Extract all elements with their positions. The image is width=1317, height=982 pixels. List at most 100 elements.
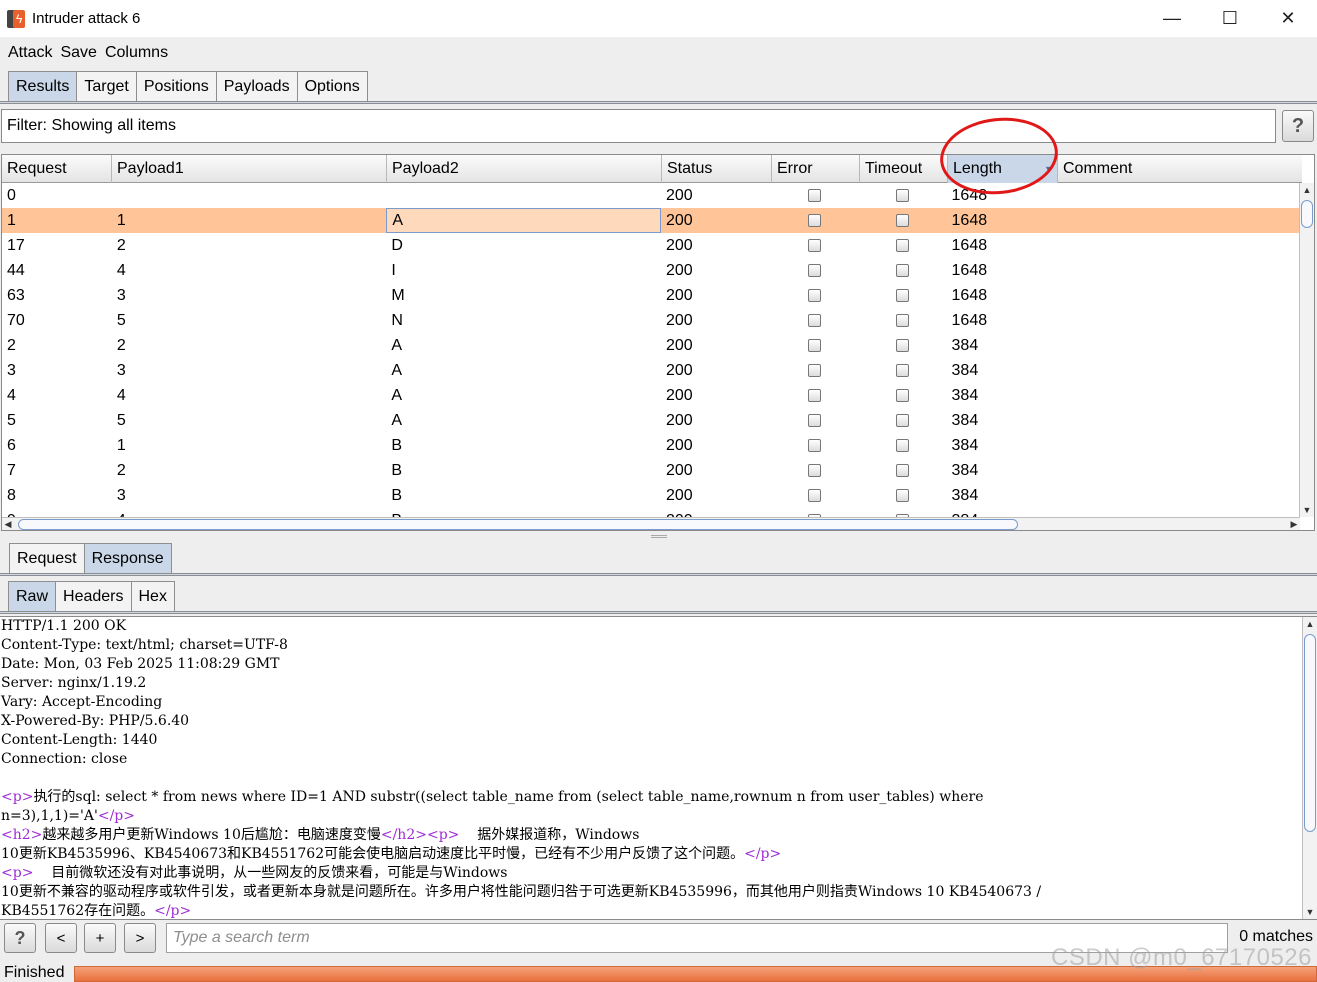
watermark: CSDN @m0_67170526 bbox=[1050, 944, 1312, 971]
response-vertical-scrollbar[interactable]: ▲ ▼ bbox=[1302, 617, 1317, 919]
cell-timeout bbox=[859, 358, 947, 383]
col-payload2[interactable]: Payload2 bbox=[387, 155, 662, 183]
timeout-checkbox bbox=[896, 239, 910, 252]
table-row[interactable]: 1 1 A 200 1648 bbox=[2, 208, 1300, 233]
menu-save[interactable]: Save bbox=[56, 44, 100, 62]
results-table: Request Payload1 Payload2 Status Error T… bbox=[1, 154, 1315, 531]
col-comment[interactable]: Comment bbox=[1058, 155, 1302, 183]
cell-payload2: A bbox=[391, 361, 403, 379]
cell-comment bbox=[1056, 458, 1300, 483]
scroll-thumb[interactable] bbox=[1304, 634, 1316, 832]
cell-length: 384 bbox=[951, 436, 979, 454]
cell-length: 384 bbox=[951, 386, 979, 404]
cell-timeout bbox=[859, 483, 947, 508]
table-row[interactable]: 0 200 1648 bbox=[2, 183, 1300, 208]
burp-suite-icon: ϟ bbox=[7, 9, 25, 28]
table-vertical-scrollbar[interactable]: ▲ ▼ bbox=[1299, 183, 1314, 517]
minimize-button[interactable]: — bbox=[1143, 0, 1201, 37]
cell-payload1: 4 bbox=[116, 261, 126, 279]
search-help-button[interactable]: ? bbox=[4, 923, 36, 953]
cell-payload1: 4 bbox=[116, 386, 126, 404]
response-body-line: KB4551762存在问题。</p> bbox=[1, 903, 192, 919]
cell-payload2: A bbox=[391, 336, 403, 354]
cell-length: 384 bbox=[951, 361, 979, 379]
timeout-checkbox bbox=[896, 389, 910, 402]
cell-request: 44 bbox=[7, 261, 25, 279]
cell-timeout bbox=[859, 183, 947, 208]
filter-help-button[interactable]: ? bbox=[1282, 110, 1314, 142]
close-button[interactable]: ✕ bbox=[1259, 0, 1317, 37]
cell-payload2: B bbox=[386, 508, 661, 518]
error-checkbox bbox=[808, 189, 822, 202]
cell-status: 200 bbox=[665, 436, 693, 454]
tab-results[interactable]: Results bbox=[8, 71, 78, 102]
table-row[interactable]: 70 5 N 200 1648 bbox=[2, 308, 1300, 333]
table-horizontal-scrollbar[interactable]: ◀ ▶ bbox=[2, 517, 1300, 530]
error-checkbox bbox=[808, 339, 822, 352]
cell-status: 200 bbox=[665, 261, 693, 279]
scroll-down-icon[interactable]: ▼ bbox=[1303, 905, 1317, 919]
table-row[interactable]: 2 2 A 200 384 bbox=[2, 333, 1300, 358]
hscroll-thumb[interactable] bbox=[18, 519, 1018, 530]
table-row[interactable]: 63 3 M 200 1648 bbox=[2, 283, 1300, 308]
table-row[interactable]: 4 4 A 200 384 bbox=[2, 383, 1300, 408]
window-title: Intruder attack 6 bbox=[32, 10, 141, 27]
table-row[interactable]: 8 3 B 200 384 bbox=[2, 483, 1300, 508]
filter-bar[interactable]: Filter: Showing all items bbox=[1, 109, 1276, 143]
col-payload1[interactable]: Payload1 bbox=[112, 155, 387, 183]
tab-options[interactable]: Options bbox=[296, 71, 368, 102]
cell-status: 200 bbox=[665, 411, 693, 429]
cell-length: 1648 bbox=[951, 311, 988, 329]
table-row[interactable]: 5 5 A 200 384 bbox=[2, 408, 1300, 433]
col-error[interactable]: Error bbox=[772, 155, 860, 183]
cell-timeout bbox=[859, 408, 947, 433]
tab-response[interactable]: Response bbox=[83, 543, 172, 574]
tab-request[interactable]: Request bbox=[9, 543, 85, 574]
tab-payloads[interactable]: Payloads bbox=[215, 71, 298, 102]
cell-length: 384 bbox=[951, 336, 979, 354]
table-row[interactable]: 6 1 B 200 384 bbox=[2, 433, 1300, 458]
response-body-line: 10更新KB4535996、KB4540673和KB4551762可能会使电脑启… bbox=[1, 846, 782, 862]
menu-attack[interactable]: Attack bbox=[4, 44, 56, 62]
search-prev-button[interactable]: < bbox=[45, 923, 77, 953]
plus-icon: + bbox=[95, 929, 105, 947]
scroll-right-icon[interactable]: ▶ bbox=[1288, 518, 1300, 530]
tab-headers[interactable]: Headers bbox=[55, 581, 132, 612]
col-timeout[interactable]: Timeout bbox=[860, 155, 948, 183]
cell-payload2: N bbox=[391, 311, 403, 329]
cell-comment bbox=[1056, 383, 1300, 408]
error-checkbox bbox=[808, 464, 822, 477]
table-row[interactable]: 7 2 B 200 384 bbox=[2, 458, 1300, 483]
help-icon: ? bbox=[14, 927, 26, 948]
cell-request: 1 bbox=[7, 211, 16, 229]
response-header-line: Connection: close bbox=[1, 751, 128, 767]
table-row[interactable]: 44 4 I 200 1648 bbox=[2, 258, 1300, 283]
tab-raw[interactable]: Raw bbox=[8, 581, 57, 612]
table-row[interactable]: 3 3 A 200 384 bbox=[2, 358, 1300, 383]
cell-payload2: A bbox=[391, 386, 403, 404]
tab-hex[interactable]: Hex bbox=[130, 581, 175, 612]
col-status[interactable]: Status bbox=[662, 155, 772, 183]
tab-target[interactable]: Target bbox=[76, 71, 137, 102]
col-request[interactable]: Request bbox=[2, 155, 112, 183]
scroll-thumb[interactable] bbox=[1301, 200, 1313, 228]
scroll-left-icon[interactable]: ◀ bbox=[2, 518, 14, 530]
split-divider[interactable] bbox=[0, 534, 1317, 540]
table-row[interactable]: 94B200 384 bbox=[2, 508, 1300, 517]
response-viewer[interactable]: HTTP/1.1 200 OK Content-Type: text/html; … bbox=[0, 616, 1317, 920]
cell-status: 200 bbox=[661, 508, 771, 518]
scroll-up-icon[interactable]: ▲ bbox=[1303, 617, 1317, 631]
search-next-button[interactable]: > bbox=[124, 923, 156, 953]
cell-payload1: 3 bbox=[116, 286, 126, 304]
view-tabs-underline bbox=[0, 611, 1317, 614]
scroll-down-icon[interactable]: ▼ bbox=[1300, 503, 1314, 517]
search-add-button[interactable]: + bbox=[84, 923, 116, 953]
maximize-button[interactable]: ☐ bbox=[1201, 0, 1259, 37]
cell-status: 200 bbox=[665, 336, 693, 354]
table-row[interactable]: 17 2 D 200 1648 bbox=[2, 233, 1300, 258]
scroll-up-icon[interactable]: ▲ bbox=[1300, 183, 1314, 197]
cell-payload2: B bbox=[391, 486, 403, 504]
menu-columns[interactable]: Columns bbox=[101, 44, 172, 62]
tab-positions[interactable]: Positions bbox=[135, 71, 217, 102]
timeout-checkbox bbox=[896, 439, 910, 452]
